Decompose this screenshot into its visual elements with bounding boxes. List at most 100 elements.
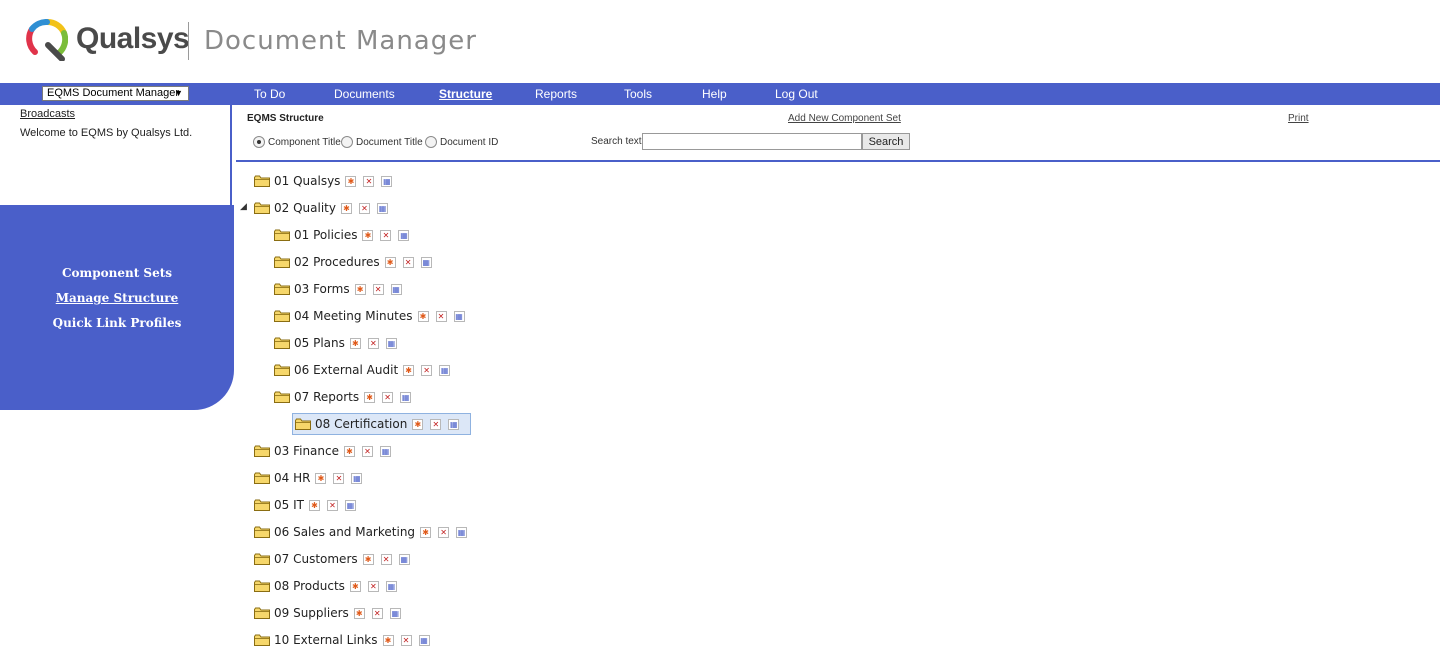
add-component-icon[interactable]: ✱ bbox=[353, 607, 365, 619]
delete-icon[interactable]: ✕ bbox=[380, 553, 392, 565]
add-component-icon[interactable]: ✱ bbox=[308, 499, 320, 511]
broadcasts-link[interactable]: Broadcasts bbox=[20, 108, 75, 120]
delete-icon[interactable]: ✕ bbox=[421, 364, 433, 376]
delete-icon[interactable]: ✕ bbox=[435, 310, 447, 322]
tree-row[interactable]: 05 IT ✱ ✕ ▦ bbox=[254, 494, 363, 516]
radio-button[interactable] bbox=[253, 136, 265, 148]
search-button[interactable]: Search bbox=[862, 133, 910, 150]
properties-grid-icon[interactable]: ▦ bbox=[351, 472, 363, 484]
properties-grid-icon[interactable]: ▦ bbox=[418, 634, 430, 646]
add-component-icon[interactable]: ✱ bbox=[364, 391, 376, 403]
tree-row-label[interactable]: 01 Policies bbox=[294, 228, 357, 242]
delete-icon[interactable]: ✕ bbox=[363, 175, 375, 187]
manage-structure-link[interactable]: Manage Structure bbox=[0, 291, 234, 305]
tree-row[interactable]: 04 HR ✱ ✕ ▦ bbox=[254, 467, 369, 489]
add-component-icon[interactable]: ✱ bbox=[344, 445, 355, 457]
tree-row-label[interactable]: 08 Products bbox=[274, 579, 345, 593]
radio-document-id[interactable]: Document ID bbox=[425, 136, 498, 148]
tree-row[interactable]: 04 Meeting Minutes ✱ ✕ ▦ bbox=[274, 305, 472, 327]
add-component-set-link[interactable]: Add New Component Set bbox=[788, 113, 901, 124]
tree-row[interactable]: 03 Forms ✱ ✕ ▦ bbox=[274, 278, 409, 300]
delete-icon[interactable]: ✕ bbox=[333, 472, 345, 484]
delete-icon[interactable]: ✕ bbox=[382, 391, 394, 403]
tree-row[interactable]: 07 Customers ✱ ✕ ▦ bbox=[254, 548, 417, 570]
properties-grid-icon[interactable]: ▦ bbox=[398, 229, 410, 241]
tree-row[interactable]: 02 Procedures ✱ ✕ ▦ bbox=[274, 251, 439, 273]
tree-row-label[interactable]: 07 Customers bbox=[274, 552, 358, 566]
tree-row-label[interactable]: 04 HR bbox=[274, 471, 310, 485]
delete-icon[interactable]: ✕ bbox=[380, 229, 392, 241]
delete-icon[interactable]: ✕ bbox=[430, 418, 442, 430]
tree-row[interactable]: 09 Suppliers ✱ ✕ ▦ bbox=[254, 602, 408, 624]
properties-grid-icon[interactable]: ▦ bbox=[453, 310, 465, 322]
nav-structure[interactable]: Structure bbox=[439, 87, 492, 101]
properties-grid-icon[interactable]: ▦ bbox=[344, 499, 356, 511]
properties-grid-icon[interactable]: ▦ bbox=[380, 445, 391, 457]
tree-row-label[interactable]: 05 IT bbox=[274, 498, 304, 512]
tree-row[interactable]: 07 Reports ✱ ✕ ▦ bbox=[274, 386, 418, 408]
collapse-triangle-icon[interactable]: ◢ bbox=[240, 201, 247, 212]
tree-row[interactable]: 03 Finance ✱ ✕ ▦ bbox=[254, 440, 398, 462]
add-component-icon[interactable]: ✱ bbox=[412, 418, 424, 430]
add-component-icon[interactable]: ✱ bbox=[315, 472, 327, 484]
add-component-icon[interactable]: ✱ bbox=[403, 364, 415, 376]
radio-button[interactable] bbox=[341, 136, 353, 148]
quick-link-profiles-link[interactable]: Quick Link Profiles bbox=[0, 316, 234, 330]
delete-icon[interactable]: ✕ bbox=[326, 499, 338, 511]
delete-icon[interactable]: ✕ bbox=[362, 445, 373, 457]
properties-grid-icon[interactable]: ▦ bbox=[448, 418, 460, 430]
nav-todo[interactable]: To Do bbox=[254, 87, 285, 101]
add-component-icon[interactable]: ✱ bbox=[340, 202, 352, 214]
tree-row[interactable]: 08 Products ✱ ✕ ▦ bbox=[254, 575, 404, 597]
tree-row[interactable]: 06 External Audit ✱ ✕ ▦ bbox=[274, 359, 457, 381]
tree-row-label[interactable]: 10 External Links bbox=[274, 633, 378, 647]
radio-component-title[interactable]: Component Title bbox=[253, 136, 341, 148]
tree-row[interactable]: 08 Certification ✱ ✕ ▦ bbox=[292, 413, 472, 435]
tree-row-label[interactable]: 05 Plans bbox=[294, 336, 345, 350]
tree-row-label[interactable]: 08 Certification bbox=[315, 417, 407, 431]
add-component-icon[interactable]: ✱ bbox=[382, 634, 394, 646]
tree-row[interactable]: 01 Qualsys ✱ ✕ ▦ bbox=[254, 170, 399, 192]
add-component-icon[interactable]: ✱ bbox=[349, 580, 361, 592]
add-component-icon[interactable]: ✱ bbox=[384, 256, 396, 268]
nav-tools[interactable]: Tools bbox=[624, 87, 652, 101]
tree-row-label[interactable]: 02 Quality bbox=[274, 201, 336, 215]
delete-icon[interactable]: ✕ bbox=[358, 202, 370, 214]
delete-icon[interactable]: ✕ bbox=[367, 337, 379, 349]
add-component-icon[interactable]: ✱ bbox=[349, 337, 361, 349]
tree-row-label[interactable]: 07 Reports bbox=[294, 390, 359, 404]
add-component-icon[interactable]: ✱ bbox=[417, 310, 429, 322]
delete-icon[interactable]: ✕ bbox=[371, 607, 383, 619]
nav-reports[interactable]: Reports bbox=[535, 87, 577, 101]
radio-document-title[interactable]: Document Title bbox=[341, 136, 423, 148]
properties-grid-icon[interactable]: ▦ bbox=[385, 580, 397, 592]
tree-row-label[interactable]: 09 Suppliers bbox=[274, 606, 349, 620]
tree-row-label[interactable]: 06 Sales and Marketing bbox=[274, 525, 415, 539]
delete-icon[interactable]: ✕ bbox=[400, 634, 412, 646]
app-select-dropdown[interactable]: EQMS Document Manager ▼ bbox=[42, 86, 189, 101]
nav-logout[interactable]: Log Out bbox=[775, 87, 818, 101]
properties-grid-icon[interactable]: ▦ bbox=[398, 553, 410, 565]
tree-row[interactable]: 06 Sales and Marketing ✱ ✕ ▦ bbox=[254, 521, 474, 543]
tree-row-label[interactable]: 02 Procedures bbox=[294, 255, 380, 269]
delete-icon[interactable]: ✕ bbox=[438, 526, 450, 538]
delete-icon[interactable]: ✕ bbox=[402, 256, 414, 268]
properties-grid-icon[interactable]: ▦ bbox=[400, 391, 412, 403]
component-sets-link[interactable]: Component Sets bbox=[0, 266, 234, 280]
properties-grid-icon[interactable]: ▦ bbox=[456, 526, 468, 538]
properties-grid-icon[interactable]: ▦ bbox=[420, 256, 432, 268]
tree-row[interactable]: 02 Quality ✱ ✕ ▦ bbox=[254, 197, 395, 219]
properties-grid-icon[interactable]: ▦ bbox=[390, 283, 402, 295]
add-component-icon[interactable]: ✱ bbox=[362, 229, 374, 241]
add-component-icon[interactable]: ✱ bbox=[362, 553, 374, 565]
tree-row[interactable]: 10 External Links ✱ ✕ ▦ bbox=[254, 629, 437, 651]
properties-grid-icon[interactable]: ▦ bbox=[389, 607, 401, 619]
tree-row-label[interactable]: 06 External Audit bbox=[294, 363, 398, 377]
nav-help[interactable]: Help bbox=[702, 87, 727, 101]
properties-grid-icon[interactable]: ▦ bbox=[381, 175, 393, 187]
radio-button[interactable] bbox=[425, 136, 437, 148]
tree-row[interactable]: 05 Plans ✱ ✕ ▦ bbox=[274, 332, 404, 354]
add-component-icon[interactable]: ✱ bbox=[354, 283, 366, 295]
add-component-icon[interactable]: ✱ bbox=[420, 526, 432, 538]
properties-grid-icon[interactable]: ▦ bbox=[376, 202, 388, 214]
